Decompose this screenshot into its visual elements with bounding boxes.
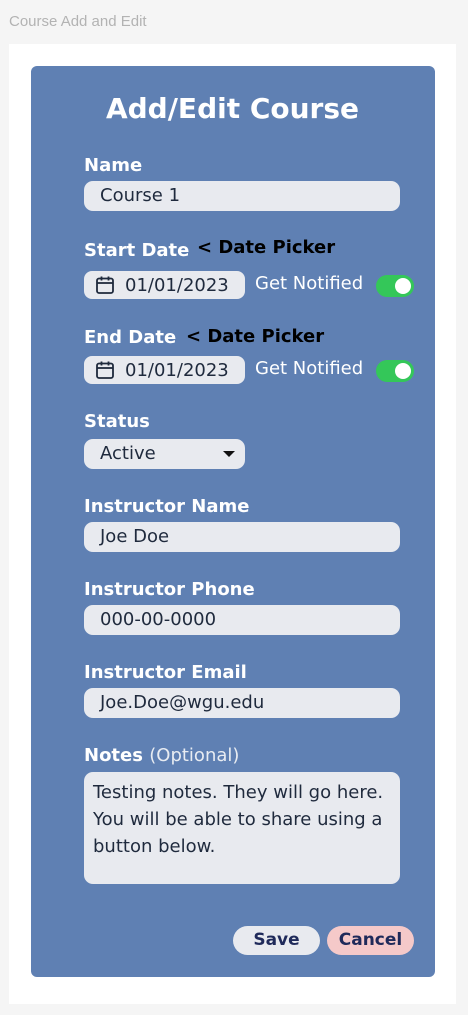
instructor-email-label: Instructor Email xyxy=(84,662,247,683)
toggle-knob xyxy=(395,363,411,379)
end-date-value: 01/01/2023 xyxy=(125,359,229,381)
name-label: Name xyxy=(84,155,143,176)
frame-title: Course Add and Edit xyxy=(9,13,147,30)
calendar-icon xyxy=(96,361,114,379)
start-date-value: 01/01/2023 xyxy=(125,274,229,296)
page-title: Add/Edit Course xyxy=(105,92,360,125)
end-date-label: End Date xyxy=(84,327,177,348)
start-date-label: Start Date xyxy=(84,240,190,261)
instructor-email-input[interactable]: Joe.Doe@wgu.edu xyxy=(84,688,400,718)
status-select[interactable]: Active xyxy=(84,439,245,469)
save-button[interactable]: Save xyxy=(233,926,320,955)
end-date-picker[interactable]: 01/01/2023 xyxy=(84,356,245,384)
notes-optional-text: (Optional) xyxy=(149,745,240,766)
notes-label-text: Notes xyxy=(84,745,143,766)
notes-textarea[interactable]: Testing notes. They will go here. You wi… xyxy=(84,772,400,884)
calendar-icon xyxy=(96,276,114,294)
status-label: Status xyxy=(84,411,150,432)
status-value: Active xyxy=(100,443,156,464)
toggle-knob xyxy=(395,278,411,294)
notes-label: Notes (Optional) xyxy=(84,745,239,766)
instructor-name-label: Instructor Name xyxy=(84,496,250,517)
instructor-phone-label: Instructor Phone xyxy=(84,579,255,600)
start-date-picker[interactable]: 01/01/2023 xyxy=(84,271,245,299)
end-notify-toggle[interactable] xyxy=(376,360,414,382)
start-date-hint: < Date Picker xyxy=(197,237,336,258)
cancel-button[interactable]: Cancel xyxy=(327,926,414,955)
instructor-name-input[interactable]: Joe Doe xyxy=(84,522,400,552)
end-notify-label: Get Notified xyxy=(255,358,364,379)
chevron-down-icon xyxy=(223,451,235,457)
course-name-input[interactable]: Course 1 xyxy=(84,181,400,211)
instructor-phone-input[interactable]: 000-00-0000 xyxy=(84,605,400,635)
start-notify-toggle[interactable] xyxy=(376,275,414,297)
start-notify-label: Get Notified xyxy=(255,273,364,294)
end-date-hint: < Date Picker xyxy=(186,326,325,347)
